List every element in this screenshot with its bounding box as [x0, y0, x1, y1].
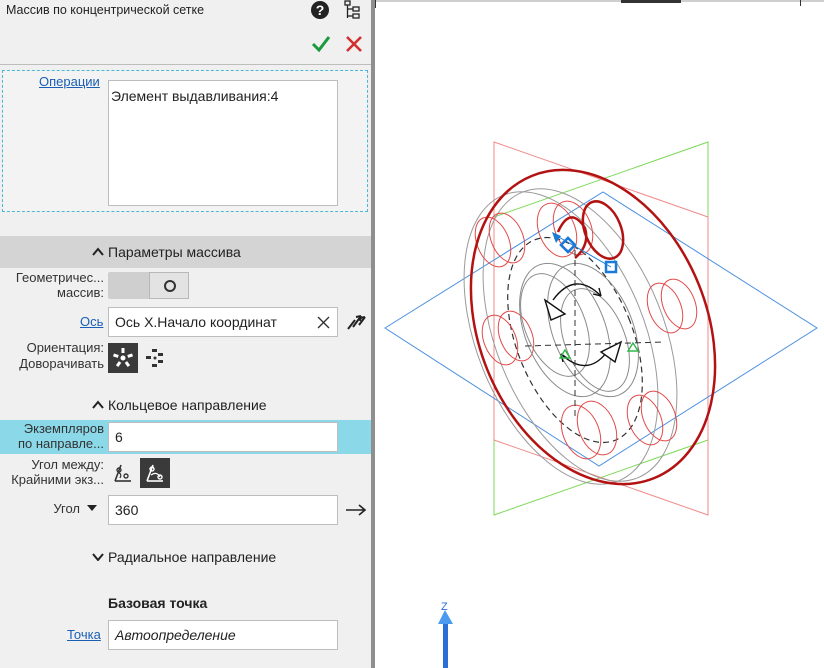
count-input[interactable]: 6	[108, 422, 338, 452]
geometric-array-label-1: Геометричес...	[15, 270, 104, 285]
array-params-section-header[interactable]: Параметры массива	[0, 236, 371, 268]
arrow-right-icon[interactable]	[345, 504, 367, 516]
ok-button[interactable]	[310, 33, 332, 58]
axis-value: Ось X.Начало координат	[115, 314, 277, 330]
operations-link[interactable]: Операции	[39, 74, 100, 89]
property-panel: Массив по концентрической сетке ? Операц…	[0, 0, 371, 668]
operations-list-item[interactable]: Элемент выдавливания:4	[111, 88, 335, 104]
geometric-array-toggle[interactable]	[108, 272, 189, 299]
fixed-orientation-icon	[146, 349, 163, 367]
radial-direction-section-header[interactable]: Радиальное направление	[0, 541, 371, 573]
axis-link[interactable]: Ось	[80, 314, 103, 329]
orientation-value-label: Доворачивать	[19, 356, 104, 371]
chevron-down-icon	[92, 553, 104, 561]
tree-structure-icon	[344, 0, 360, 19]
base-point-header: Базовая точка	[108, 595, 208, 611]
count-label-2: по направле...	[17, 436, 104, 451]
clear-icon[interactable]	[317, 316, 330, 329]
rotate-instances-button[interactable]	[108, 343, 138, 373]
radial-direction-header: Радиальное направление	[108, 549, 277, 565]
checkmark-icon	[311, 36, 331, 53]
close-x-icon	[346, 36, 362, 52]
svg-text:?: ?	[316, 2, 325, 18]
z-axis-label: Z	[441, 601, 448, 613]
angle-between-label-2: Крайними экз...	[11, 472, 104, 487]
chevron-up-icon	[92, 247, 104, 256]
question-circle-icon: ?	[311, 1, 329, 19]
angle-extreme-icon	[146, 464, 163, 482]
angle-step-button[interactable]	[108, 458, 138, 488]
array-params-header: Параметры массива	[108, 244, 241, 260]
green-plane	[493, 141, 709, 516]
tree-button[interactable]	[342, 0, 362, 23]
axis-direction-button[interactable]	[345, 310, 369, 335]
model-viewport[interactable]: Z	[375, 0, 824, 668]
axis-field[interactable]: Ось X.Начало координат	[108, 307, 338, 337]
red-plane	[493, 141, 709, 516]
angle-between-label-1: Угол между:	[31, 457, 104, 472]
toggle-knob	[149, 272, 189, 299]
operations-list[interactable]: Элемент выдавливания:4	[108, 80, 338, 206]
ring-direction-section-header[interactable]: Кольцевое направление	[0, 390, 371, 422]
chevron-up-icon	[92, 400, 104, 409]
rotation-arrows	[543, 283, 623, 367]
angle-extreme-button[interactable]	[140, 458, 170, 488]
axis-marker	[626, 341, 640, 352]
angle-step-icon	[114, 464, 131, 482]
center-axes	[524, 250, 666, 420]
circle-icon	[164, 280, 176, 292]
geometric-array-label-2: массив:	[57, 285, 104, 300]
model-canvas[interactable]: Z	[375, 0, 824, 668]
z-axis-gizmo: Z	[438, 601, 453, 668]
cancel-button[interactable]	[343, 33, 365, 58]
angle-label[interactable]: Угол	[0, 501, 80, 516]
radial-rotate-icon	[113, 348, 133, 367]
keep-orientation-button[interactable]	[140, 343, 170, 373]
selected-hole-edge-2	[556, 216, 588, 259]
count-label-1: Экземпляров	[23, 421, 104, 436]
help-button[interactable]: ?	[310, 0, 330, 23]
point-field[interactable]: Автоопределение	[108, 620, 338, 650]
blue-plane	[384, 191, 818, 467]
reverse-direction-icon	[347, 315, 366, 330]
orientation-label: Ориентация:	[26, 340, 104, 355]
dropdown-arrow-icon[interactable]	[86, 504, 98, 512]
ring-direction-header: Кольцевое направление	[108, 397, 267, 413]
point-link[interactable]: Точка	[67, 627, 101, 642]
panel-title: Массив по концентрической сетке	[6, 3, 205, 17]
header-divider	[0, 64, 371, 65]
angle-input[interactable]: 360	[108, 495, 338, 525]
